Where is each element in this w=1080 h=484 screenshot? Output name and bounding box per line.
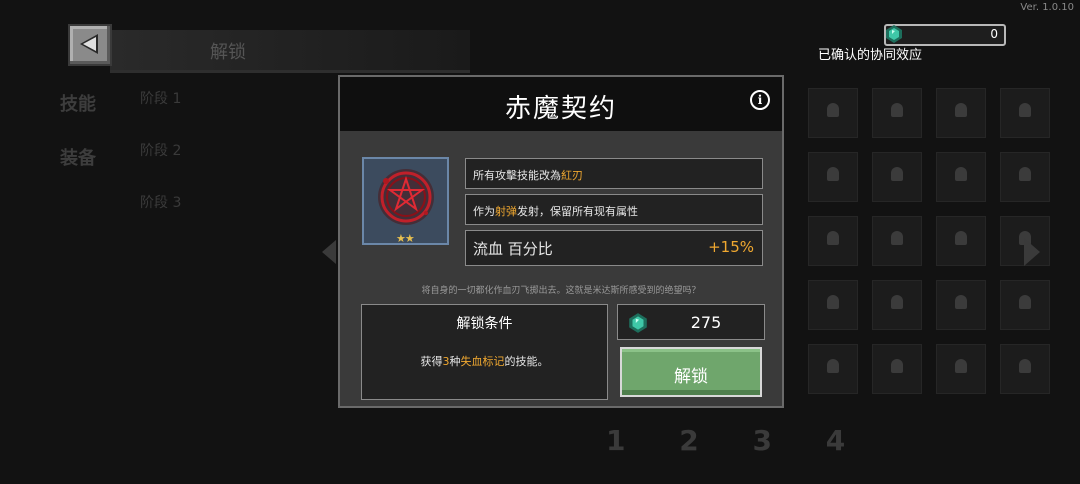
locked-slot xyxy=(936,280,986,330)
trait-text: 发射，保留所有现有属性 xyxy=(517,205,638,218)
trait-text: 所有攻擊技能改為 xyxy=(473,169,561,182)
locked-slot xyxy=(1000,152,1050,202)
side-tab-equipment: 装备 xyxy=(60,148,96,169)
modal-header: 赤魔契约 i xyxy=(340,77,782,131)
prev-page-arrow-icon xyxy=(322,240,336,264)
locked-slot xyxy=(872,216,922,266)
gem-icon xyxy=(886,25,902,43)
locked-item-grid xyxy=(800,80,1056,400)
stat-row: 流血 百分比 +15% xyxy=(465,230,763,266)
unlock-condition-text: 获得3种失血标记的技能。 xyxy=(420,355,549,368)
version-label: Ver. 1.0.10 xyxy=(1020,2,1074,13)
locked-slot xyxy=(872,152,922,202)
item-detail-modal: 赤魔契约 i ★★ 所有攻擊技能改為紅刃 作为射弹发射，保留所有现有属性 流血 … xyxy=(338,75,784,408)
back-button[interactable] xyxy=(68,24,112,66)
side-tabs: 技能 装备 xyxy=(60,90,96,198)
unlock-condition-panel: 解锁条件 获得3种失血标记的技能。 xyxy=(361,304,608,400)
locked-slot xyxy=(936,344,986,394)
trait-text: 作为 xyxy=(473,205,495,218)
modal-title: 赤魔契约 xyxy=(504,94,617,124)
cost-amount: 275 xyxy=(690,313,722,332)
section-header: 解锁 xyxy=(110,30,470,73)
stat-label: 流血 百分比 xyxy=(473,240,553,258)
synergy-counter: 0 xyxy=(884,24,1006,46)
trait-row: 作为射弹发射，保留所有现有属性 xyxy=(465,194,763,225)
locked-slot xyxy=(936,216,986,266)
locked-slot xyxy=(872,88,922,138)
stage-item: 阶段 1 xyxy=(140,91,182,107)
stat-value: +15% xyxy=(708,238,754,256)
locked-slot xyxy=(808,216,858,266)
stage-item: 阶段 3 xyxy=(140,195,182,211)
blood-pentagram-icon xyxy=(378,169,434,225)
locked-slot xyxy=(808,344,858,394)
synergy-label[interactable]: 已确认的协同效应 xyxy=(818,44,922,63)
section-title: 解锁 xyxy=(210,42,246,63)
unlock-button-label: 解锁 xyxy=(674,367,708,387)
next-page-arrow-icon xyxy=(1024,238,1040,266)
unlock-cost: 275 xyxy=(617,304,765,340)
locked-slot xyxy=(1000,88,1050,138)
back-arrow-icon xyxy=(80,34,98,54)
item-icon-slot: ★★ xyxy=(362,157,449,245)
unlock-condition-heading: 解锁条件 xyxy=(456,316,513,332)
synergy-count: 0 xyxy=(990,27,998,41)
flavor-text: 将自身的一切都化作血刃飞掷出去。这就是米达斯所感受到的绝望吗？ xyxy=(421,286,701,296)
locked-slot xyxy=(936,88,986,138)
info-icon[interactable]: i xyxy=(750,90,770,110)
page-numbers: 1 2 3 4 xyxy=(606,424,868,457)
locked-slot xyxy=(808,152,858,202)
locked-slot xyxy=(1000,344,1050,394)
side-tab-skills: 技能 xyxy=(60,94,96,115)
locked-slot xyxy=(808,88,858,138)
item-star-rating: ★★ xyxy=(396,232,415,245)
trait-row: 所有攻擊技能改為紅刃 xyxy=(465,158,763,189)
locked-slot xyxy=(936,152,986,202)
unlock-button[interactable]: 解锁 xyxy=(620,347,762,397)
locked-slot xyxy=(808,280,858,330)
trait-highlight: 紅刃 xyxy=(561,169,583,182)
locked-slot xyxy=(872,344,922,394)
stage-item: 阶段 2 xyxy=(140,143,182,159)
trait-highlight: 射弹 xyxy=(495,205,517,218)
locked-slot xyxy=(1000,280,1050,330)
stage-list: 阶段 1 阶段 2 阶段 3 xyxy=(140,88,200,244)
locked-slot xyxy=(872,280,922,330)
